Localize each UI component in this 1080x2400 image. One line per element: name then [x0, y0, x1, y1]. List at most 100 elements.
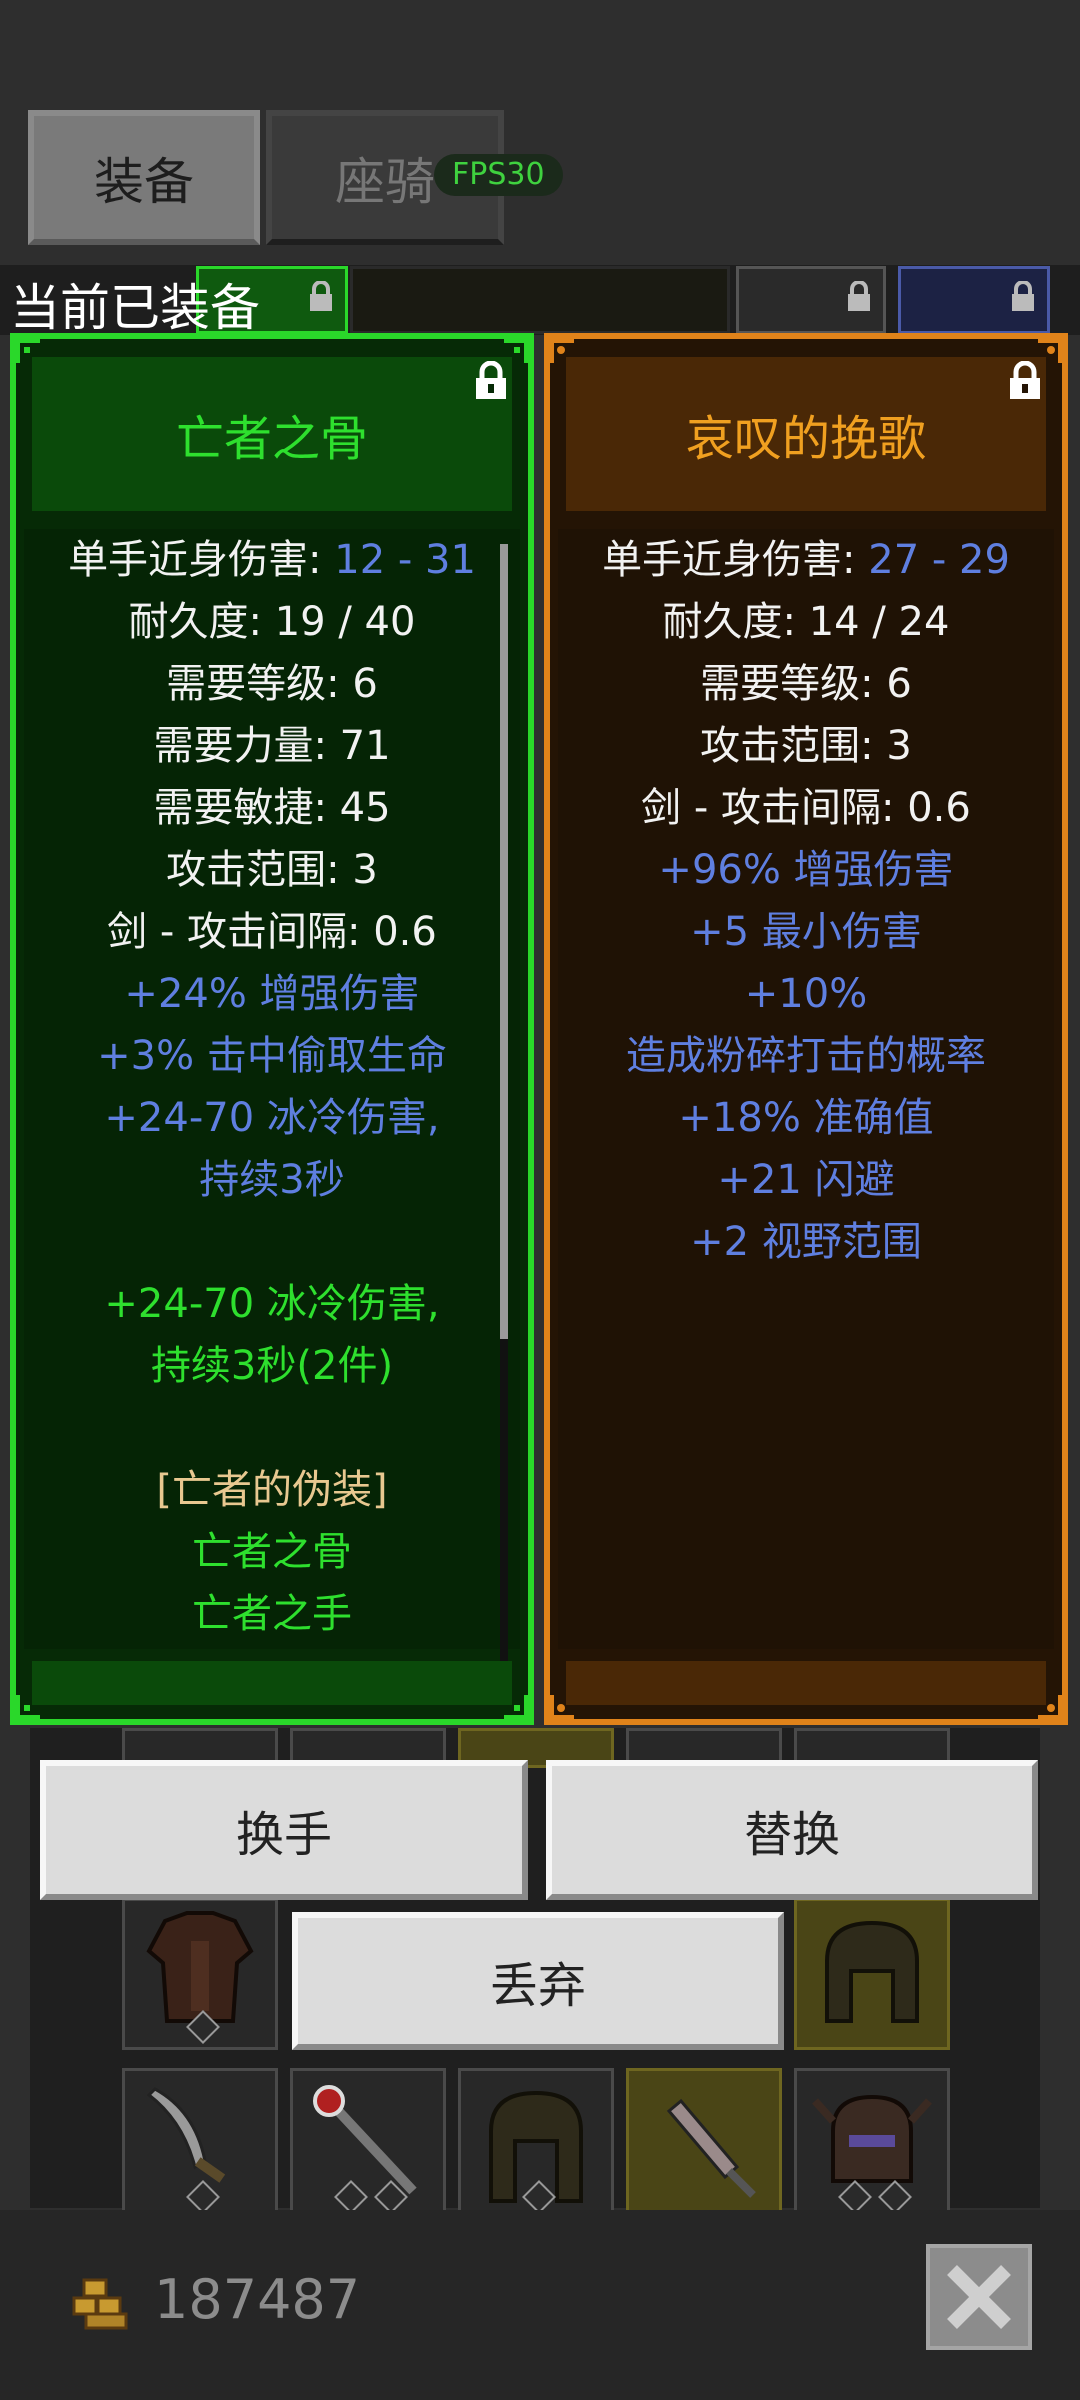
stat-text: +10%	[744, 971, 868, 1017]
stat-text: 需要敏捷: 45	[153, 785, 391, 831]
stat-text: +24-70 冰冷伤害,	[104, 1281, 440, 1327]
inventory-slot-helmet[interactable]	[794, 1898, 950, 2050]
gold-amount: 187487	[154, 2268, 361, 2331]
stat-line: 剑 - 攻击间隔: 0.6	[558, 777, 1054, 839]
stat-line: 攻击范围: 3	[24, 839, 520, 901]
stat-line: 持续3秒(2件)	[24, 1335, 520, 1397]
stat-line: 耐久度: 14 / 24	[558, 591, 1054, 653]
lock-icon[interactable]	[1006, 361, 1044, 401]
helmet-icon	[825, 1920, 919, 2023]
gold-coins-icon	[72, 2278, 128, 2330]
stat-line: 亡者之手	[24, 1583, 520, 1645]
stat-line: +10%	[558, 963, 1054, 1025]
stat-line: +24% 增强伤害	[24, 963, 520, 1025]
stat-text: 攻击范围: 3	[700, 723, 912, 769]
stat-line: 造成粉碎打击的概率	[558, 1025, 1054, 1087]
lock-icon	[310, 281, 332, 311]
swap-hand-label: 换手	[235, 1807, 332, 1863]
stat-text: 27 - 29	[868, 537, 1010, 583]
stat-line: 单手近身伤害: 12 - 31	[24, 529, 520, 591]
inventory-slot-scepter[interactable]	[290, 2068, 446, 2220]
replace-label: 替换	[743, 1807, 840, 1863]
stat-text: +5 最小伤害	[690, 909, 922, 955]
inventory-slot-sword[interactable]	[122, 2068, 278, 2220]
close-icon	[947, 2265, 1011, 2329]
equipped-slot-empty[interactable]	[350, 266, 730, 334]
discard-label: 丢弃	[489, 1958, 586, 2014]
stat-text: +2 视野范围	[690, 1219, 922, 1265]
stat-line: [亡者的伪装]	[24, 1459, 520, 1521]
stat-text: 单手近身伤害:	[602, 537, 869, 583]
stat-text: 亡者之手	[192, 1591, 352, 1637]
discard-button[interactable]: 丢弃	[292, 1912, 784, 2050]
stat-line: 耐久度: 19 / 40	[24, 591, 520, 653]
stat-line: 需要等级: 6	[558, 653, 1054, 715]
stat-line: 亡者之腰	[24, 1645, 520, 1649]
inventory-slot-dagger[interactable]	[626, 2068, 782, 2220]
item-card-compare: 哀叹的挽歌 单手近身伤害: 27 - 29 耐久度: 14 / 24 需要等级: 6…	[544, 333, 1068, 1725]
stat-line: +18% 准确值	[558, 1087, 1054, 1149]
item-stats[interactable]: 单手近身伤害: 27 - 29 耐久度: 14 / 24 需要等级: 6 攻击范围: …	[558, 529, 1054, 1649]
stat-line: 需要等级: 6	[24, 653, 520, 715]
lock-icon	[848, 281, 870, 311]
stat-line: 剑 - 攻击间隔: 0.6	[24, 901, 520, 963]
stat-line: 持续3秒	[24, 1149, 520, 1211]
stat-text: 剑 - 攻击间隔: 0.6	[641, 785, 971, 831]
stat-line: 需要力量: 71	[24, 715, 520, 777]
stat-text: +96% 增强伤害	[658, 847, 954, 893]
inventory-slot-helmet[interactable]	[458, 2068, 614, 2220]
stat-line: +24-70 冰冷伤害,	[24, 1273, 520, 1335]
inventory-slot-helmet[interactable]	[794, 2068, 950, 2220]
stats-scrollbar[interactable]	[500, 544, 508, 1674]
stat-text: [亡者的伪装]	[156, 1467, 388, 1513]
stat-line: 攻击范围: 3	[558, 715, 1054, 777]
stat-line	[24, 1211, 520, 1273]
equipped-slot-armor[interactable]	[736, 266, 886, 334]
stat-text: 持续3秒	[199, 1157, 345, 1203]
stat-line: 需要敏捷: 45	[24, 777, 520, 839]
stat-line: 亡者之骨	[24, 1521, 520, 1583]
card-footer-bar	[32, 1661, 512, 1705]
stat-text: 耐久度: 14 / 24	[662, 599, 950, 645]
item-card-equipped: 亡者之骨 单手近身伤害: 12 - 31 耐久度: 19 / 40 需要等级: 6 需…	[10, 333, 534, 1725]
tab-mount-label: 座骑	[335, 152, 435, 211]
stat-text: 需要力量: 71	[153, 723, 391, 769]
stat-line: +5 最小伤害	[558, 901, 1054, 963]
stat-text: 需要等级: 6	[700, 661, 912, 707]
swap-hand-button[interactable]: 换手	[40, 1760, 528, 1900]
tab-equipment[interactable]: 装备	[28, 110, 260, 245]
currently-equipped-label: 当前已装备	[10, 279, 260, 337]
horned-helmet-icon	[812, 2094, 932, 2183]
stat-line	[24, 1397, 520, 1459]
stat-text: +24-70 冰冷伤害,	[104, 1095, 440, 1141]
inventory-slot-armor[interactable]	[122, 1898, 278, 2050]
stat-line: +24-70 冰冷伤害,	[24, 1087, 520, 1149]
equipped-slot-helmet[interactable]	[898, 266, 1050, 334]
close-button[interactable]	[926, 2244, 1032, 2350]
tab-equipment-label: 装备	[94, 152, 194, 211]
stat-line: 单手近身伤害: 27 - 29	[558, 529, 1054, 591]
stat-text: 耐久度: 19 / 40	[128, 599, 416, 645]
stat-text: +18% 准确值	[678, 1095, 934, 1141]
item-stats[interactable]: 单手近身伤害: 12 - 31 耐久度: 19 / 40 需要等级: 6 需要力量: …	[24, 529, 520, 1649]
stat-text: 需要等级: 6	[166, 661, 378, 707]
scepter-icon	[313, 2085, 417, 2195]
stat-text: 攻击范围: 3	[166, 847, 378, 893]
card-footer-bar	[566, 1661, 1046, 1705]
stat-text: 12 - 31	[334, 537, 476, 583]
stat-text: 持续3秒(2件)	[150, 1343, 394, 1389]
item-name: 亡者之骨	[32, 357, 512, 511]
fps-counter: FPS30	[434, 154, 563, 196]
stat-line: +2 视野范围	[558, 1211, 1054, 1273]
lock-icon	[1012, 281, 1034, 311]
stat-text: 剑 - 攻击间隔: 0.6	[107, 909, 437, 955]
replace-button[interactable]: 替换	[546, 1760, 1038, 1900]
stat-text: +24% 增强伤害	[124, 971, 420, 1017]
stat-text: 亡者之骨	[192, 1529, 352, 1575]
lock-icon[interactable]	[472, 361, 510, 401]
item-name: 哀叹的挽歌	[566, 357, 1046, 511]
dagger-icon	[666, 2098, 756, 2198]
stat-text: +3% 击中偷取生命	[97, 1033, 447, 1079]
scrollbar-thumb[interactable]	[500, 544, 508, 1339]
stat-line: +3% 击中偷取生命	[24, 1025, 520, 1087]
